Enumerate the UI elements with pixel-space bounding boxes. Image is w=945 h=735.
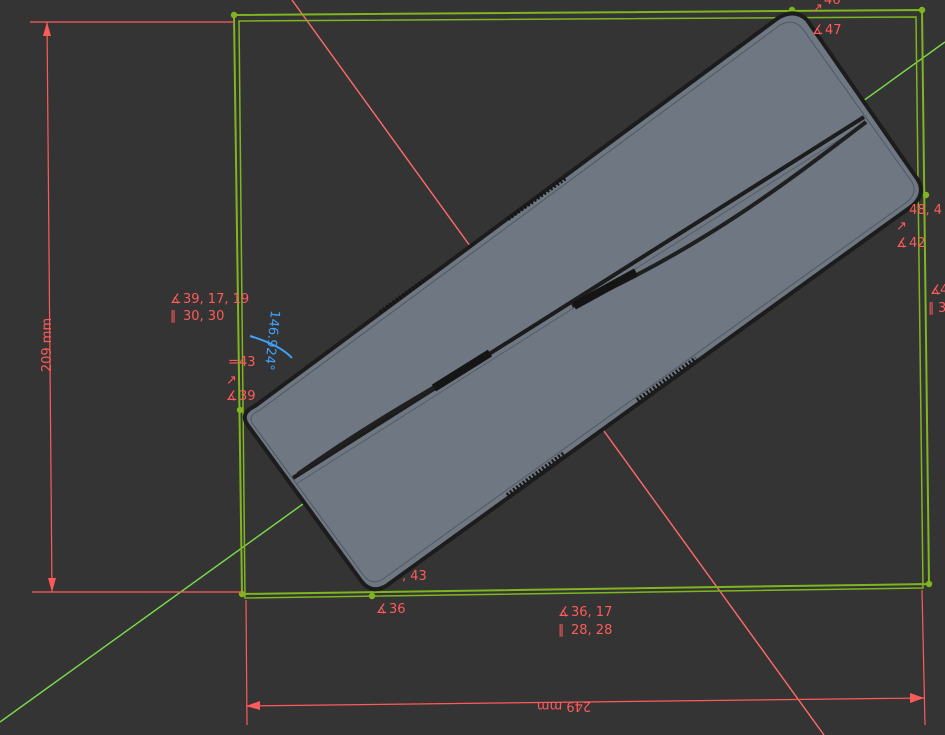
angle-dimension-label[interactable]: 146.924° <box>261 310 282 372</box>
constraint-label-left-b: 30, 30 <box>183 309 224 324</box>
vertex-point[interactable] <box>922 191 930 199</box>
constraint-label-bottom-d: , 43 <box>402 569 427 584</box>
parallel-constraint-icon: ∥ <box>170 309 177 324</box>
tangent-constraint-icon: ↗ <box>896 219 907 234</box>
tangent-constraint-icon: ↗ <box>812 1 823 16</box>
rotated-plate-body[interactable] <box>242 11 923 592</box>
angle-constraint[interactable]: 146.924° <box>249 310 293 372</box>
constraint-label-right-b: 42 <box>909 236 926 251</box>
constraint-label-right-a: 48, 4 <box>909 203 942 218</box>
constraint-label-bottom-a: 36 <box>389 602 406 617</box>
height-dimension-label[interactable]: 209 mm <box>40 318 55 372</box>
constraint-label-top-right-a: 47 <box>825 23 842 38</box>
vertex-point[interactable] <box>230 11 238 19</box>
constraint-label-left-a: 39, 17, 19 <box>183 292 249 307</box>
constraint-label-bottom-c: 28, 28 <box>571 623 612 638</box>
constraint-label-left-d: 39 <box>239 389 256 404</box>
angle-constraint-icon: ∡ <box>812 23 824 38</box>
angle-constraint-icon: ∡ <box>896 236 908 251</box>
constraint-label-left-c: 43 <box>239 355 256 370</box>
vertex-point[interactable] <box>925 580 933 588</box>
angle-constraint-icon: ∡ <box>226 389 238 404</box>
equal-constraint-icon: = <box>228 355 239 370</box>
angle-constraint-icon: ∡ <box>170 292 182 307</box>
constraint-label-right-c: 4 <box>940 283 945 298</box>
sketch-viewport[interactable]: 209 mm 249 mm 146.924° ∡ 47 ↗ 46 ↗ 48, 4… <box>0 0 945 735</box>
dimension-height[interactable]: 209 mm <box>30 21 242 593</box>
angle-constraint-icon: ∡ <box>558 605 570 620</box>
vertex-point[interactable] <box>368 592 376 600</box>
vertex-point[interactable] <box>918 6 926 14</box>
parallel-constraint-icon: ∥ <box>558 623 565 638</box>
tangent-constraint-icon: ↗ <box>226 373 237 388</box>
constraint-label-top-right-b: 46 <box>824 0 841 8</box>
angle-constraint-icon: ∡ <box>376 602 388 617</box>
constraint-label-bottom-b: 36, 17 <box>571 605 612 620</box>
vertex-point[interactable] <box>236 406 244 414</box>
width-dimension-label[interactable]: 249 mm <box>537 698 591 713</box>
constraint-label-right-d: 3 <box>938 301 945 316</box>
parallel-constraint-icon: ∥ <box>928 301 935 316</box>
sketch-canvas[interactable]: 209 mm 249 mm 146.924° ∡ 47 ↗ 46 ↗ 48, 4… <box>0 0 945 735</box>
